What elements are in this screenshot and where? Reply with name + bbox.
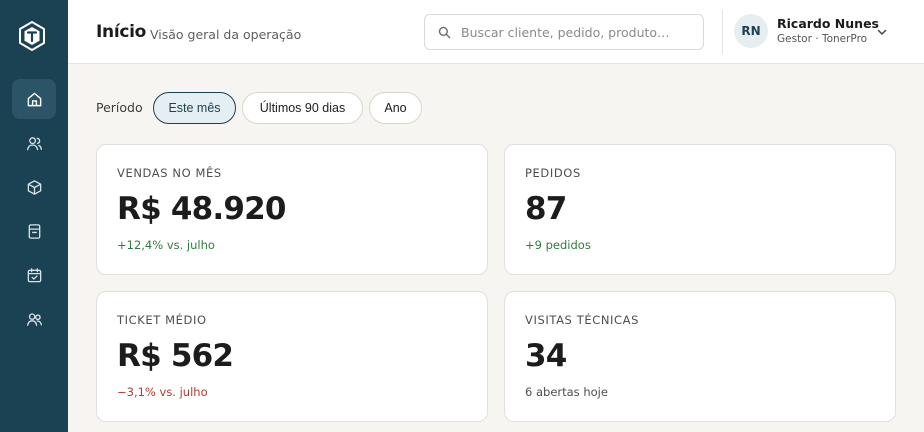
kpi-value: R$ 562	[117, 338, 234, 374]
calendar-icon	[27, 267, 41, 282]
kpi-delta: +12,4% vs. julho	[117, 238, 215, 252]
avatar: RN	[734, 14, 768, 48]
home-icon	[27, 92, 41, 106]
chevron-down-icon	[877, 29, 887, 35]
box-icon	[27, 179, 41, 195]
kpi-card-orders: PEDIDOS 87 +9 pedidos	[504, 144, 896, 275]
sidebar-item-products[interactable]	[12, 167, 56, 207]
page-title: Início	[96, 22, 147, 42]
sidebar-item-team[interactable]	[12, 299, 56, 339]
sidebar-item-orders[interactable]	[12, 211, 56, 251]
kpi-delta: −3,1% vs. julho	[117, 385, 208, 399]
period-label: Período	[96, 100, 143, 115]
users-icon	[26, 136, 42, 150]
sidebar-item-schedule[interactable]	[12, 255, 56, 295]
kpi-delta: +9 pedidos	[525, 238, 591, 252]
kpi-delta: 6 abertas hoje	[525, 385, 608, 399]
sidebar-item-home[interactable]	[12, 79, 56, 119]
page-subtitle: Visão geral da operação	[150, 27, 302, 42]
kpi-label: PEDIDOS	[525, 166, 581, 180]
period-option-year[interactable]: Ano	[369, 92, 422, 124]
document-icon	[28, 223, 40, 239]
kpi-card-sales: VENDAS NO MÊS R$ 48.920 +12,4% vs. julho	[96, 144, 488, 275]
kpi-label: VISITAS TÉCNICAS	[525, 313, 640, 327]
top-bar: Início Visão geral da operação RN Ricard…	[68, 0, 924, 64]
search-box[interactable]	[424, 14, 704, 50]
kpi-card-technical-visits: VISITAS TÉCNICAS 34 6 abertas hoje	[504, 291, 896, 422]
brand-logo-icon[interactable]	[17, 20, 47, 52]
user-menu[interactable]: RN Ricardo Nunes Gestor · TonerPro	[734, 14, 894, 50]
search-input[interactable]	[461, 15, 697, 49]
sidebar-item-clients[interactable]	[12, 123, 56, 163]
header-divider	[722, 10, 723, 54]
kpi-value: 34	[525, 338, 567, 374]
period-option-last-90-days[interactable]: Últimos 90 dias	[242, 92, 363, 124]
sidebar	[0, 0, 68, 432]
user-role: Gestor · TonerPro	[777, 33, 868, 45]
kpi-value: R$ 48.920	[117, 191, 286, 227]
search-icon	[438, 26, 451, 39]
period-option-this-month[interactable]: Este mês	[153, 92, 236, 124]
kpi-label: TICKET MÉDIO	[117, 313, 207, 327]
kpi-label: VENDAS NO MÊS	[117, 166, 222, 180]
kpi-value: 87	[525, 191, 567, 227]
user-name: Ricardo Nunes	[777, 16, 879, 31]
kpi-card-average-ticket: TICKET MÉDIO R$ 562 −3,1% vs. julho	[96, 291, 488, 422]
team-icon	[26, 312, 42, 326]
